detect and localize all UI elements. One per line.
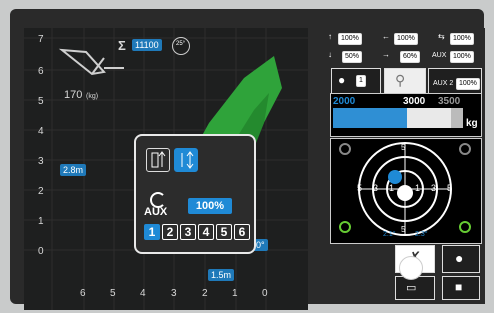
lock-button[interactable]: ■	[442, 276, 480, 300]
counter-chip: 11100	[132, 39, 162, 51]
telescope-icon: ⇆	[438, 32, 445, 41]
aux-number-button[interactable]: 5	[216, 224, 232, 240]
x-tick: 4	[140, 288, 146, 299]
aux-number-button[interactable]: 3	[180, 224, 196, 240]
touch-cursor	[399, 256, 423, 280]
target-bottom-label: 5	[401, 225, 406, 234]
lock-icon: ■	[455, 280, 463, 294]
aux2-label: AUX 2	[433, 80, 454, 87]
up-arrow-icon: ↑	[328, 32, 332, 41]
x-tick: 0	[262, 288, 268, 299]
speed-pct[interactable]: 50%	[342, 51, 363, 63]
hook-updown-icon[interactable]	[174, 148, 198, 172]
y-tick: 1	[38, 216, 44, 227]
y-tick: 5	[38, 96, 44, 107]
level-target-icon	[339, 142, 471, 236]
level-indicator: 5 5 5 3 1 1 3 5 2.1° 2.3°	[330, 138, 482, 244]
operator-tab[interactable]: ● 1	[331, 68, 381, 94]
x-tick: 6	[80, 288, 86, 299]
aux-number-button[interactable]: 4	[198, 224, 214, 240]
right-arrow-icon: →	[382, 50, 390, 59]
load-value: 170	[64, 89, 82, 101]
operator-count: 1	[356, 75, 366, 87]
user-button[interactable]: ●	[442, 245, 480, 273]
speed-row-1: ↑ 100% ← 100% ⇆ 100%	[326, 32, 486, 48]
speed-pct[interactable]: 60%	[400, 51, 421, 63]
scale-mid: 3000	[403, 96, 426, 107]
speed-row-2: ↓ 50% → 60% AUX 100%	[326, 50, 486, 66]
target-label: 1	[415, 183, 421, 193]
y-tick: 6	[38, 66, 44, 77]
height-chip: 2.8m	[60, 164, 87, 176]
aux-short-label: AUX	[432, 52, 447, 59]
x-tick: 3	[171, 288, 177, 299]
remote-icon: ▭	[406, 282, 417, 294]
angle-right: 2.3°	[415, 231, 428, 238]
user-icon: ●	[455, 250, 464, 266]
aux-label: AUX	[144, 206, 168, 218]
speed-pct[interactable]: 100%	[394, 33, 418, 45]
left-arrow-icon: ←	[382, 32, 390, 41]
load-unit: (kg)	[86, 93, 98, 100]
load-bar-reserve	[407, 108, 451, 128]
aux2-tab[interactable]: AUX 2 100%	[428, 68, 482, 94]
scale-min: 2000	[333, 96, 356, 107]
target-label: 5	[357, 183, 363, 193]
scale-unit: kg	[466, 118, 478, 129]
aux-popup: AUX 100% 1 2 3 4 5 6	[134, 134, 256, 254]
x-tick: 1	[232, 288, 238, 299]
y-tick: 4	[38, 126, 44, 137]
y-tick: 7	[38, 34, 44, 45]
y-tick: 2	[38, 186, 44, 197]
y-tick: 3	[38, 156, 44, 167]
target-top-label: 5	[401, 143, 406, 152]
aux2-pct: 100%	[456, 78, 480, 90]
aux-number-button[interactable]: 2	[162, 224, 178, 240]
down-arrow-icon: ↓	[328, 50, 332, 59]
x-tick: 5	[110, 288, 116, 299]
sum-symbol: Σ	[118, 38, 126, 53]
radius-chip: 1.5m	[208, 269, 235, 281]
scale-max: 3500	[438, 96, 461, 107]
person-icon: ●	[338, 73, 346, 87]
load-bar-max	[451, 108, 463, 128]
aux-number-button[interactable]: 1	[144, 224, 160, 240]
crane-operator-icon: ⚲	[395, 72, 406, 88]
x-tick: 2	[202, 288, 208, 299]
speed-pct[interactable]: 100%	[450, 51, 474, 63]
remote-button[interactable]: ▭	[395, 276, 435, 300]
aux-value-button[interactable]: 100%	[188, 198, 232, 214]
angle-left: 2.1°	[383, 231, 396, 238]
target-label: 3	[373, 183, 379, 193]
rotation-value: 25°	[176, 41, 186, 47]
aux-number-button[interactable]: 6	[234, 224, 250, 240]
speed-pct[interactable]: 100%	[338, 33, 362, 45]
crane-view-panel: 7 6 5 4 3 2 1 0 6 5 4 3 2 1 0 170 (kg) Σ…	[24, 28, 308, 310]
target-label: 1	[389, 183, 395, 193]
crane-operator-tab[interactable]: ⚲	[384, 68, 426, 94]
winch-icon[interactable]	[146, 148, 170, 172]
target-label: 5	[447, 183, 453, 193]
y-tick: 0	[38, 246, 44, 257]
target-label: 3	[431, 183, 437, 193]
speed-pct[interactable]: 100%	[450, 33, 474, 45]
